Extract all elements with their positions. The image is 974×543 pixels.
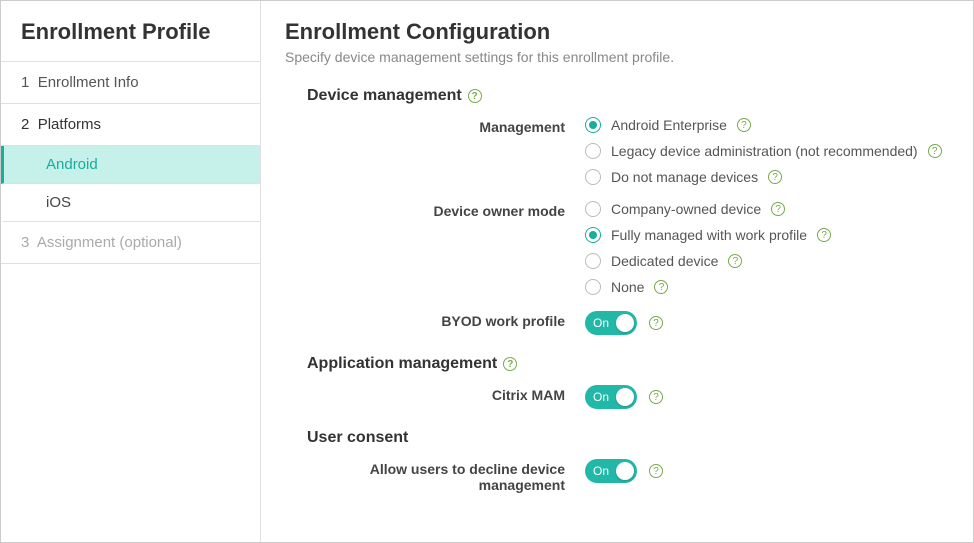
main-content: Enrollment Configuration Specify device … [261,1,973,542]
field-citrix-mam: Citrix MAM On ? [285,385,943,409]
sidebar-title: Enrollment Profile [1,1,260,62]
step-label: Platforms [38,116,101,133]
radio-icon [585,143,601,159]
toggle-state: On [593,464,609,478]
radio-dedicated-device[interactable]: Dedicated device ? [585,253,943,269]
nav-step-assignment[interactable]: 3 Assignment (optional) [1,222,260,264]
help-icon[interactable]: ? [768,170,782,184]
radio-icon [585,169,601,185]
toggle-knob [616,388,634,406]
nav-step-enrollment-info[interactable]: 1 Enrollment Info [1,62,260,104]
page-subtitle: Specify device management settings for t… [285,49,943,65]
field-allow-decline: Allow users to decline device management… [285,459,943,493]
section-label: Device management [307,87,462,105]
help-icon[interactable]: ? [468,89,482,103]
toggle-citrix-mam[interactable]: On [585,385,637,409]
radio-label: Do not manage devices [611,169,758,185]
radio-fully-managed-work-profile[interactable]: Fully managed with work profile ? [585,227,943,243]
toggle-knob [616,462,634,480]
radio-icon [585,117,601,133]
help-icon[interactable]: ? [649,316,663,330]
section-label: User consent [307,429,408,447]
nav-step-platforms[interactable]: 2 Platforms [1,104,260,146]
radio-company-owned[interactable]: Company-owned device ? [585,201,943,217]
help-icon[interactable]: ? [503,357,517,371]
help-icon[interactable]: ? [654,280,668,294]
section-user-consent: User consent [285,429,943,447]
platform-label: Android [46,156,98,173]
step-num: 3 [21,234,29,251]
field-byod-work-profile: BYOD work profile On ? [285,311,943,335]
toggle-state: On [593,316,609,330]
nav-platform-android[interactable]: Android [1,146,260,184]
radio-legacy-device-admin[interactable]: Legacy device administration (not recomm… [585,143,943,159]
sidebar: Enrollment Profile 1 Enrollment Info 2 P… [1,1,261,542]
field-label: Management [285,117,585,135]
page-title: Enrollment Configuration [285,19,943,45]
radio-group-owner-mode: Company-owned device ? Fully managed wit… [585,201,943,295]
section-label: Application management [307,355,497,373]
help-icon[interactable]: ? [737,118,751,132]
nav-platform-ios[interactable]: iOS [1,184,260,222]
radio-do-not-manage[interactable]: Do not manage devices ? [585,169,943,185]
section-application-management: Application management ? [285,355,943,373]
radio-icon [585,253,601,269]
radio-none[interactable]: None ? [585,279,943,295]
help-icon[interactable]: ? [649,390,663,404]
radio-label: Company-owned device [611,201,761,217]
field-management: Management Android Enterprise ? Legacy d… [285,117,943,185]
help-icon[interactable]: ? [928,144,942,158]
radio-label: Legacy device administration (not recomm… [611,143,918,159]
help-icon[interactable]: ? [728,254,742,268]
field-label: Device owner mode [285,201,585,219]
help-icon[interactable]: ? [817,228,831,242]
help-icon[interactable]: ? [771,202,785,216]
radio-label: None [611,279,644,295]
radio-icon [585,279,601,295]
radio-group-management: Android Enterprise ? Legacy device admin… [585,117,943,185]
toggle-allow-decline[interactable]: On [585,459,637,483]
radio-label: Fully managed with work profile [611,227,807,243]
step-num: 2 [21,116,29,133]
field-label: Citrix MAM [285,385,585,403]
section-device-management: Device management ? [285,87,943,105]
field-label: BYOD work profile [285,311,585,329]
step-num: 1 [21,74,29,91]
toggle-knob [616,314,634,332]
toggle-state: On [593,390,609,404]
step-label: Assignment (optional) [37,234,182,251]
radio-label: Android Enterprise [611,117,727,133]
radio-icon [585,227,601,243]
step-label: Enrollment Info [38,74,139,91]
field-device-owner-mode: Device owner mode Company-owned device ?… [285,201,943,295]
radio-label: Dedicated device [611,253,718,269]
radio-android-enterprise[interactable]: Android Enterprise ? [585,117,943,133]
toggle-byod[interactable]: On [585,311,637,335]
radio-icon [585,201,601,217]
platform-label: iOS [46,194,71,211]
field-label: Allow users to decline device management [285,459,585,493]
help-icon[interactable]: ? [649,464,663,478]
